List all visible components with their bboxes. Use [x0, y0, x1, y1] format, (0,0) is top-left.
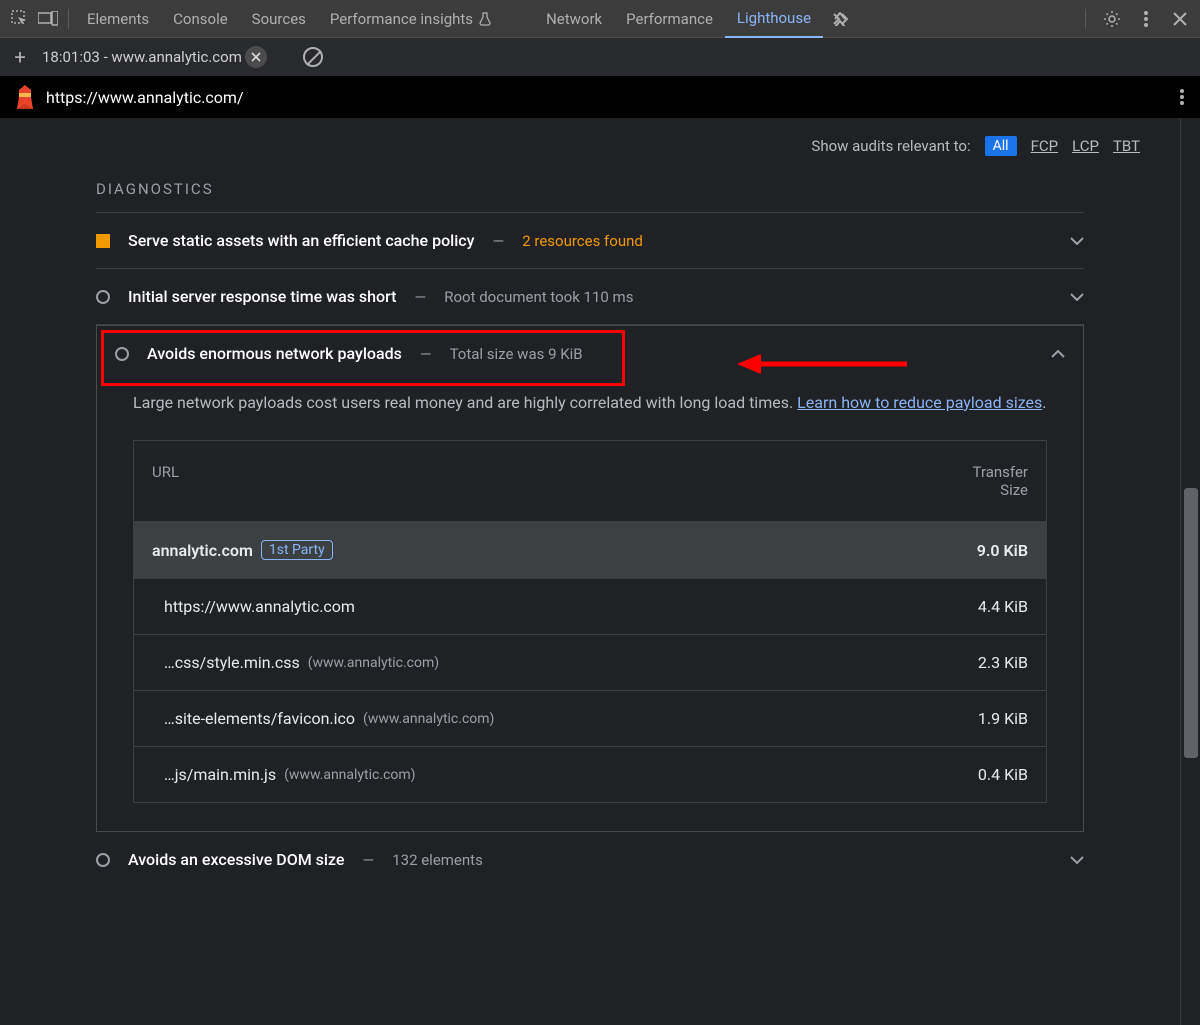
- diagnostic-row[interactable]: Avoids an excessive DOM size — 132 eleme…: [96, 832, 1084, 887]
- table-row: https://www.annalytic.com 4.4 KiB: [134, 578, 1046, 634]
- info-circle-icon: [96, 290, 110, 304]
- diagnostic-subtitle: Root document took 110 ms: [444, 288, 633, 306]
- filter-fcp[interactable]: FCP: [1031, 137, 1059, 155]
- divider: [68, 9, 69, 29]
- table-row-total: annalytic.com 1st Party 9.0 KiB: [134, 521, 1046, 578]
- divider: [1085, 9, 1086, 29]
- flask-icon: [478, 12, 492, 26]
- diagnostic-title: Avoids enormous network payloads: [147, 344, 402, 363]
- learn-more-link[interactable]: Learn how to reduce payload sizes: [797, 393, 1042, 412]
- tab-network[interactable]: Network: [534, 0, 614, 38]
- devtools-tab-bar: Elements Console Sources Performance ins…: [0, 0, 1200, 38]
- close-tab-icon[interactable]: [245, 46, 267, 68]
- resource-url: …site-elements/favicon.ico: [164, 709, 355, 728]
- diagnostic-title: Avoids an excessive DOM size: [128, 850, 344, 869]
- warning-square-icon: [96, 234, 110, 248]
- page-url: https://www.annalytic.com/: [46, 88, 244, 107]
- tab-performance[interactable]: Performance: [614, 0, 725, 38]
- first-party-badge: 1st Party: [261, 540, 333, 560]
- col-header-url: URL: [152, 463, 908, 499]
- table-header: URL TransferSize: [134, 441, 1046, 521]
- diagnostic-title: Serve static assets with an efficient ca…: [128, 231, 475, 250]
- resource-size: 1.9 KiB: [908, 709, 1028, 728]
- filter-lcp[interactable]: LCP: [1072, 137, 1099, 155]
- gear-icon[interactable]: [1098, 5, 1126, 33]
- diagnostic-row[interactable]: Serve static assets with an efficient ca…: [96, 212, 1084, 268]
- tab-console[interactable]: Console: [161, 0, 240, 38]
- report-tab-bar: + 18:01:03 - www.annalytic.com: [0, 38, 1200, 76]
- payload-table: URL TransferSize annalytic.com 1st Party…: [133, 440, 1047, 803]
- total-size: 9.0 KiB: [908, 541, 1028, 560]
- diagnostic-subtitle: Total size was 9 KiB: [450, 345, 583, 363]
- more-tabs-chevron-icon[interactable]: [827, 5, 855, 33]
- filter-all-badge[interactable]: All: [985, 136, 1017, 156]
- scrollbar-track[interactable]: [1180, 118, 1200, 1025]
- chevron-down-icon: [1070, 856, 1084, 864]
- scrollbar-thumb[interactable]: [1184, 488, 1198, 758]
- report-content: Show audits relevant to: All FCP LCP TBT…: [0, 118, 1180, 1025]
- resource-size: 0.4 KiB: [908, 765, 1028, 784]
- inspect-icon[interactable]: [6, 5, 34, 33]
- table-row: …css/style.min.css (www.annalytic.com) 2…: [134, 634, 1046, 690]
- diagnostic-row-expanded[interactable]: Avoids enormous network payloads — Total…: [97, 326, 1083, 381]
- close-icon[interactable]: [1166, 5, 1194, 33]
- resource-url: https://www.annalytic.com: [164, 597, 355, 616]
- filter-row: Show audits relevant to: All FCP LCP TBT: [0, 136, 1180, 170]
- resource-host: (www.annalytic.com): [363, 711, 494, 727]
- diagnostic-title: Initial server response time was short: [128, 287, 397, 306]
- table-row: …site-elements/favicon.ico (www.annalyti…: [134, 690, 1046, 746]
- report-tab[interactable]: 18:01:03 - www.annalytic.com: [42, 46, 267, 68]
- info-circle-icon: [115, 347, 129, 361]
- annotation-arrow-icon: [737, 352, 907, 376]
- diagnostic-description: Large network payloads cost users real m…: [133, 389, 1047, 416]
- tab-elements[interactable]: Elements: [75, 0, 161, 38]
- resource-host: (www.annalytic.com): [284, 767, 415, 783]
- diagnostic-expanded: Avoids enormous network payloads — Total…: [96, 325, 1084, 832]
- tab-performance-insights[interactable]: Performance insights: [318, 0, 504, 38]
- resource-size: 4.4 KiB: [908, 597, 1028, 616]
- chevron-down-icon: [1070, 293, 1084, 301]
- resource-host: (www.annalytic.com): [308, 655, 439, 671]
- chevron-up-icon: [1051, 350, 1065, 358]
- device-toolbar-icon[interactable]: [34, 5, 62, 33]
- url-menu-icon[interactable]: [1180, 89, 1184, 105]
- resource-size: 2.3 KiB: [908, 653, 1028, 672]
- chevron-down-icon: [1070, 237, 1084, 245]
- table-row: …js/main.min.js (www.annalytic.com) 0.4 …: [134, 746, 1046, 802]
- diagnostics-heading: DIAGNOSTICS: [0, 170, 1180, 212]
- diagnostic-subtitle: 2 resources found: [522, 232, 643, 250]
- resource-url: …css/style.min.css: [164, 653, 300, 672]
- col-header-size: TransferSize: [908, 463, 1028, 499]
- report-tab-label: 18:01:03 - www.annalytic.com: [42, 48, 242, 66]
- resource-url: …js/main.min.js: [164, 765, 276, 784]
- diagnostic-subtitle: 132 elements: [392, 851, 483, 869]
- clear-icon[interactable]: [303, 47, 323, 67]
- diagnostic-row[interactable]: Initial server response time was short —…: [96, 268, 1084, 325]
- kebab-menu-icon[interactable]: [1132, 5, 1160, 33]
- lighthouse-logo-icon: [16, 85, 34, 109]
- url-bar: https://www.annalytic.com/: [0, 76, 1200, 118]
- tab-sources[interactable]: Sources: [240, 0, 318, 38]
- info-circle-icon: [96, 853, 110, 867]
- host-name: annalytic.com: [152, 541, 253, 560]
- filter-label: Show audits relevant to:: [811, 137, 970, 155]
- new-report-button[interactable]: +: [10, 45, 30, 69]
- tab-lighthouse[interactable]: Lighthouse: [725, 0, 823, 38]
- filter-tbt[interactable]: TBT: [1113, 137, 1140, 155]
